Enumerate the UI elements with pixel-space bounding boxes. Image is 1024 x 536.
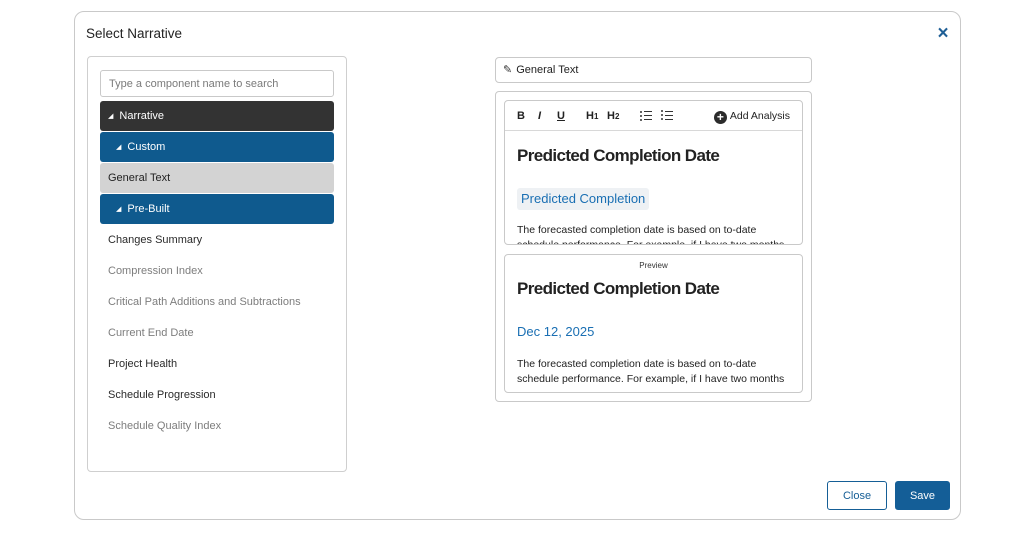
heading-1-button[interactable]: H1 bbox=[586, 108, 598, 124]
bulleted-list-icon[interactable] bbox=[661, 110, 673, 126]
tree-item-changes-summary[interactable]: Changes Summary bbox=[100, 225, 334, 255]
bold-button[interactable]: B bbox=[517, 108, 525, 124]
editor-body-text: The forecasted completion date is based … bbox=[517, 224, 785, 245]
tree-item-critical-path[interactable]: Critical Path Additions and Subtractions bbox=[100, 287, 334, 317]
preview-date-value: Dec 12, 2025 bbox=[517, 324, 595, 339]
tree-node-pre-built[interactable]: ◢ Pre-Built bbox=[100, 194, 334, 224]
add-analysis-button[interactable]: + Add Analysis bbox=[713, 108, 790, 124]
analysis-token-chip[interactable]: Predicted Completion bbox=[517, 188, 650, 210]
tree-item-schedule-quality-index[interactable]: Schedule Quality Index bbox=[100, 411, 334, 441]
save-button[interactable]: Save bbox=[895, 481, 950, 510]
expand-triangle-icon: ◢ bbox=[116, 144, 122, 151]
ordered-list-icon[interactable] bbox=[640, 110, 652, 126]
editor-heading: Predicted Completion Date bbox=[517, 146, 720, 165]
pencil-icon: ✎ bbox=[503, 64, 513, 76]
tree-node-narrative[interactable]: ◢ Narrative bbox=[100, 101, 334, 131]
component-search-input[interactable] bbox=[100, 70, 334, 97]
preview-label: Preview bbox=[639, 261, 668, 270]
close-icon[interactable]: × bbox=[933, 24, 953, 44]
heading-2-button[interactable]: H2 bbox=[607, 108, 619, 124]
tree-node-label: Pre-Built bbox=[127, 203, 170, 215]
component-tree-panel: ◢ Narrative ◢ Custom General Text ◢ Pre-Bui… bbox=[87, 56, 347, 472]
tree-item-schedule-progression[interactable]: Schedule Progression bbox=[100, 380, 334, 410]
tree-item-current-end-date[interactable]: Current End Date bbox=[100, 318, 334, 348]
tree-node-custom[interactable]: ◢ Custom bbox=[100, 132, 334, 162]
component-name-value: General Text bbox=[516, 64, 579, 76]
editor-toolbar: B I U H1 H2 + Add Analysis bbox=[505, 101, 802, 131]
preview-card: Preview Predicted Completion Date Dec 12… bbox=[504, 254, 803, 393]
select-narrative-dialog: Select Narrative × ◢ Narrative ◢ Custom Ge… bbox=[74, 11, 961, 520]
close-button[interactable]: Close bbox=[827, 481, 887, 510]
underline-button[interactable]: U bbox=[557, 108, 565, 124]
tree-node-label: Custom bbox=[127, 141, 166, 153]
preview-heading: Predicted Completion Date bbox=[517, 279, 720, 298]
component-name-field[interactable]: ✎ General Text bbox=[495, 57, 812, 83]
plus-circle-icon: + bbox=[713, 111, 727, 124]
editor-preview-container: B I U H1 H2 + Add Analysis Predicted Comp… bbox=[495, 91, 812, 402]
tree-item-compression-index[interactable]: Compression Index bbox=[100, 256, 334, 286]
dialog-title: Select Narrative bbox=[86, 26, 183, 41]
tree-item-general-text[interactable]: General Text bbox=[100, 163, 334, 193]
tree-item-label: General Text bbox=[108, 172, 171, 184]
rich-text-editor[interactable]: B I U H1 H2 + Add Analysis Predicted Comp… bbox=[504, 100, 803, 245]
expand-triangle-icon: ◢ bbox=[108, 113, 114, 120]
tree-node-label: Narrative bbox=[119, 110, 165, 122]
preview-body-text: The forecasted completion date is based … bbox=[517, 358, 785, 385]
tree-item-project-health[interactable]: Project Health bbox=[100, 349, 334, 379]
italic-button[interactable]: I bbox=[538, 108, 541, 124]
expand-triangle-icon: ◢ bbox=[116, 206, 122, 213]
